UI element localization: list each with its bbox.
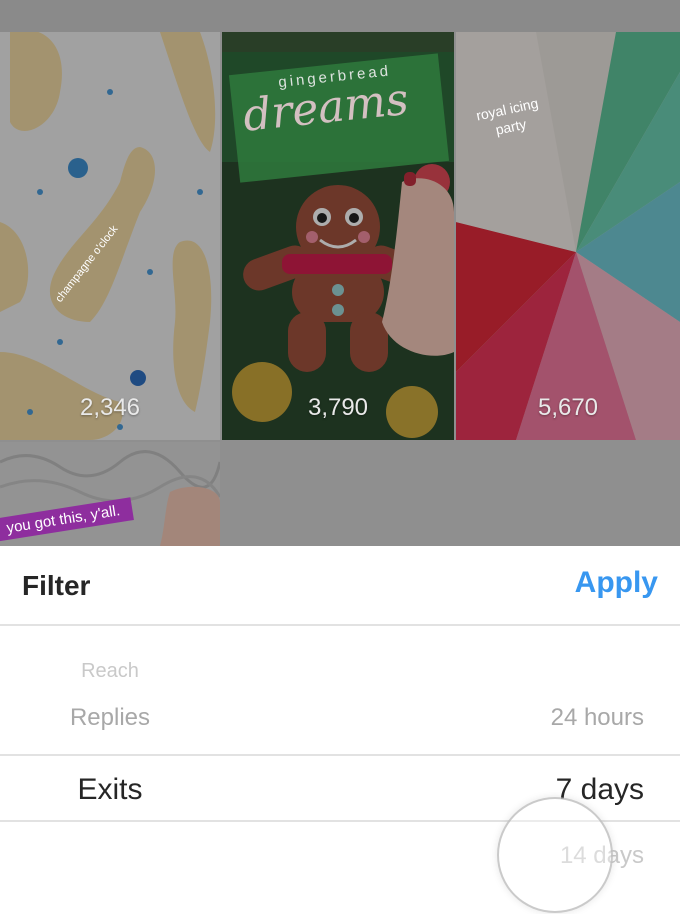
story-tile[interactable]: you got this, y'all.	[0, 442, 220, 546]
period-option-24h[interactable]: 24 hours	[551, 704, 644, 732]
touch-indicator	[497, 797, 613, 913]
metric-option-reach[interactable]: Reach	[0, 660, 220, 683]
story-view-count: 5,670	[537, 394, 599, 421]
status-area	[0, 0, 680, 32]
story-view-count: 3,790	[307, 394, 369, 421]
metric-option-selected[interactable]: Exits	[0, 773, 220, 807]
filter-header: Filter Apply	[0, 546, 680, 626]
stories-grid: champagne o'clock 2,346 gingerbread drea…	[0, 32, 680, 546]
story-caption: gingerbread dreams	[228, 53, 450, 183]
story-view-count: 2,346	[79, 394, 141, 421]
story-tile[interactable]: champagne o'clock 2,346	[0, 32, 220, 440]
picker-selection-top	[0, 754, 680, 756]
filter-title: Filter	[22, 570, 91, 601]
story-tile[interactable]: gingerbread dreams 3,790	[222, 32, 454, 440]
story-tile[interactable]: royal icing party 5,670	[456, 32, 680, 440]
metric-option-replies[interactable]: Replies	[0, 704, 220, 732]
apply-button[interactable]: Apply	[575, 566, 658, 600]
